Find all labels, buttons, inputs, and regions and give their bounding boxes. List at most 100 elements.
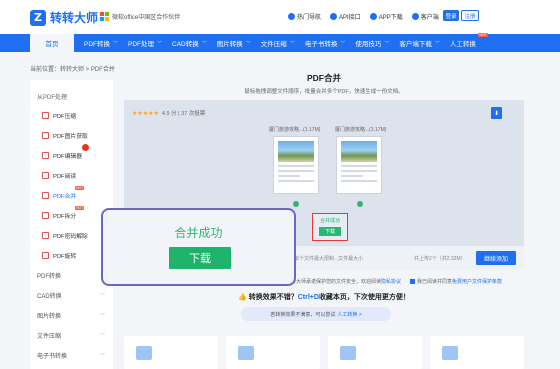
sidebar-item-label: PDF拆分 <box>53 213 77 220</box>
sidebar-item-pdf-merge[interactable]: PDF合并 HOT <box>30 185 113 205</box>
sidebar-item-label: PDF旋转 <box>53 253 77 260</box>
sidebar-item-pdf-editor[interactable]: PDF编辑器 <box>30 143 113 165</box>
sidebar-item-label: PDF合并 <box>53 193 77 200</box>
split-icon <box>42 211 49 219</box>
check-icon <box>357 201 363 207</box>
nav-label: CAD转换 <box>172 41 199 48</box>
terms-link[interactable]: 免费用户文件保护条款 <box>452 279 502 285</box>
sidebar-item-pdf-compress[interactable]: PDF压缩 <box>30 105 113 125</box>
star-icons: ★★★★★ <box>132 110 159 117</box>
sidebar-heading: 从PDF处理 <box>37 95 68 101</box>
tool-card-icon <box>340 346 356 360</box>
edit-icon <box>42 151 49 159</box>
chevron-down-icon: ﹀ <box>157 40 163 47</box>
nav-manual-convert[interactable]: 人工转换 HOT <box>450 33 488 52</box>
chevron-down-icon: ﹀ <box>384 40 390 47</box>
sidebar-category-label: 文件压缩 <box>37 333 62 340</box>
chevron-down-icon: ﹀ <box>99 312 105 319</box>
file-thumbnail[interactable] <box>336 136 382 194</box>
sidebar-category-label: CAD转换 <box>37 293 62 300</box>
nav-file-compress[interactable]: 文件压缩 ﹀ <box>261 34 295 52</box>
thumbnail-line <box>341 170 377 172</box>
checkbox-icon[interactable] <box>410 279 415 284</box>
thumbnail-image <box>278 141 314 162</box>
nav-label: 文件压缩 <box>260 41 287 48</box>
logo-icon: Z <box>30 9 46 26</box>
nav-home[interactable]: 首页 <box>30 34 74 52</box>
size-limit-note: 单个文件最大限制...文件最大小 <box>294 256 364 262</box>
nav-pdf-process[interactable]: PDF处理 ﹀ <box>128 34 162 52</box>
toplink-label: API接口 <box>339 15 361 21</box>
upload-total: 共上传2个（共2.32M） <box>414 256 466 262</box>
partner-badge: 微软office中国区合作伙伴 <box>100 12 180 21</box>
tool-cards <box>124 336 524 369</box>
suggest-text: 若转换效果不满意，可以尝试 <box>270 311 336 318</box>
tool-card[interactable] <box>328 336 422 369</box>
thumbnail-line <box>278 170 314 172</box>
popup-download-button[interactable]: 下载 <box>169 247 231 269</box>
sidebar-category-cad-convert[interactable]: CAD转换 ﹀ <box>30 285 113 305</box>
sidebar-category-image-convert[interactable]: 图片转换 ﹀ <box>30 305 113 325</box>
toplink-api[interactable]: API接口 <box>330 12 361 21</box>
nav-pdf-convert[interactable]: PDF转换 ﹀ <box>84 34 118 52</box>
sidebar-category-label: 电子书转换 <box>37 353 68 360</box>
sidebar-item-pdf-read[interactable]: PDF阅读 <box>30 165 113 185</box>
toplink-client[interactable]: 客户端 <box>411 12 439 21</box>
fire-icon <box>288 13 295 20</box>
hot-badge: HOT <box>75 206 85 210</box>
toplink-label: 客户端 <box>420 15 439 21</box>
privacy-link[interactable]: 隐私协议 <box>381 279 401 285</box>
manual-convert-link[interactable]: 人工转换 > <box>337 311 361 318</box>
bookmark-prefix: 转换效果不错？ <box>248 294 298 301</box>
thumbnail-line <box>341 165 377 167</box>
toplink-hot-nav[interactable]: 热门导航 <box>288 12 321 21</box>
api-icon <box>330 13 338 20</box>
sidebar-category-file-compress[interactable]: 文件压缩 ﹀ <box>30 325 113 345</box>
nav-label: 使用技巧 <box>355 41 382 48</box>
toplink-app[interactable]: APP下载 <box>369 12 403 21</box>
popup-title: 合并成功 <box>174 226 223 240</box>
lock-icon <box>42 231 49 239</box>
chevron-down-icon: ﹀ <box>99 292 105 299</box>
notification-dot-icon <box>81 143 90 152</box>
manual-convert-suggestion: 若转换效果不满意，可以尝试 人工转换 > <box>241 307 391 321</box>
tool-card[interactable] <box>124 336 218 369</box>
tool-card[interactable] <box>430 336 524 369</box>
rating-text: 4.9 分 | 37 次投票 <box>161 111 206 117</box>
nav-image-convert[interactable]: 图片转换 ﹀ <box>217 34 251 52</box>
bookmark-tip: 👍 转换效果不错？Ctrl+D收藏本页，下次使用更方便！ <box>124 292 524 302</box>
chevron-down-icon: ﹀ <box>434 40 440 47</box>
agreement-text: 我已阅读并同意 <box>417 279 453 285</box>
chevron-down-icon: ﹀ <box>340 40 346 47</box>
register-button[interactable]: 注册 <box>461 10 479 21</box>
hot-badge: HOT <box>75 186 85 190</box>
sidebar-item-label: PDF编辑器 <box>53 153 82 160</box>
breadcrumb: 当前位置：转转大师 > PDF合并 <box>30 67 115 73</box>
login-button[interactable]: 登录 <box>443 10 459 21</box>
nav-label: PDF转换 <box>84 41 110 48</box>
merge-success-popup: 合并成功 下载 <box>101 208 296 286</box>
image-icon <box>42 131 49 139</box>
nav-cad-convert[interactable]: CAD转换 ﹀ <box>172 34 207 52</box>
sidebar-item-pdf-image-extract[interactable]: PDF图片获取 <box>30 125 113 145</box>
file-thumbnail[interactable] <box>273 136 319 194</box>
privacy-text-body: 转转大师承诺保护您的文件安全，欢迎阅读 <box>286 279 382 285</box>
sidebar-category-ebook-convert[interactable]: 电子书转换 ﹀ <box>30 345 113 365</box>
continue-add-button[interactable]: 继续添加 <box>476 251 516 265</box>
nav-label: 客户端下载 <box>399 41 432 48</box>
site-logo[interactable]: Z 转转大师 <box>30 9 98 26</box>
rotate-icon <box>42 251 49 259</box>
sidebar-item-label: PDF密码解除 <box>53 233 88 240</box>
download-icon[interactable]: ⬇ <box>491 107 502 119</box>
chevron-down-icon: ﹀ <box>99 352 105 359</box>
nav-client-download[interactable]: 客户端下载 ﹀ <box>399 34 440 52</box>
top-header: Z 转转大师 微软office中国区合作伙伴 热门导航 API接口 APP下载 … <box>0 0 560 34</box>
nav-tips[interactable]: 使用技巧 ﹀ <box>355 34 389 52</box>
result-download-button[interactable]: 下载 <box>319 227 341 236</box>
sidebar-item-label: PDF阅读 <box>53 173 77 180</box>
merge-success-label: 合并成功 <box>319 218 340 224</box>
nav-label: PDF处理 <box>128 41 155 48</box>
nav-ebook-convert[interactable]: 电子书转换 ﹀ <box>305 34 346 52</box>
tool-card[interactable] <box>226 336 320 369</box>
nav-label: 电子书转换 <box>304 41 338 48</box>
